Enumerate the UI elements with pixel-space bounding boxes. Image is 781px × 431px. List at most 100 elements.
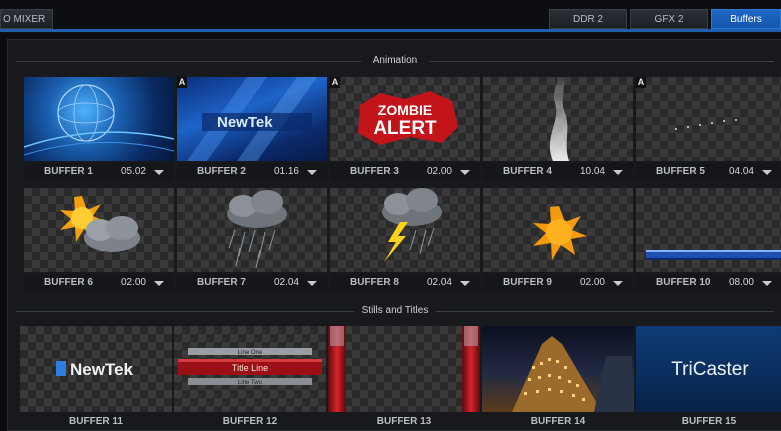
buffer-card-11[interactable]: NewTek BUFFER 11 [20,326,172,430]
zombie-alert-icon: ZOMBIE ALERT [358,91,458,145]
buffer-label-bar: BUFFER 3 02.00 [330,163,480,181]
chevron-down-icon[interactable] [307,170,317,175]
buffer-duration: 02.04 [426,277,452,288]
buffer-name: BUFFER 8 [350,277,399,288]
buffer-thumbnail[interactable] [483,77,633,161]
buffers-panel: Animation BUFFER 1 05.02 A NewTek BUFFER… [7,39,781,431]
buffer-card-2[interactable]: A NewTek BUFFER 2 01.16 [177,77,327,181]
buffer-thumbnail[interactable] [483,188,633,272]
divider [16,61,361,62]
tab-buffers[interactable]: Buffers [711,9,781,29]
tab-video-mixer[interactable]: O MIXER [0,9,53,29]
buffer-thumbnail[interactable]: ZOMBIE ALERT [330,77,480,161]
buffer-card-15[interactable]: TriCaster BUFFER 15 [636,326,781,430]
rain-cloud-icon [227,190,287,269]
buffer-label-bar: BUFFER 6 02.00 [24,274,174,292]
autoplay-badge: A [330,77,340,88]
svg-text:ZOMBIE: ZOMBIE [378,102,432,118]
buffer-thumbnail[interactable] [636,77,781,161]
buffer-card-8[interactable]: BUFFER 8 02.04 [330,188,480,292]
buffer-label-bar: BUFFER 10 08.00 [636,274,781,292]
buffer-card-12[interactable]: Line One Title Line Line Two BUFFER 12 [174,326,326,430]
chevron-down-icon[interactable] [307,281,317,286]
chevron-down-icon[interactable] [613,281,623,286]
sun-icon [533,206,587,260]
buffer-duration: 05.02 [120,166,146,177]
buffer-name: BUFFER 10 [656,277,711,288]
buffer-duration: 02.00 [120,277,146,288]
buffer-name: BUFFER 12 [222,416,278,427]
section-title: Stills and Titles [353,305,437,316]
buffer-name: BUFFER 7 [197,277,246,288]
buffer-thumbnail[interactable]: Line One Title Line Line Two [174,326,326,412]
chevron-down-icon[interactable] [762,170,772,175]
buffer-label-bar: BUFFER 5 04.04 [636,163,781,181]
top-tab-bar: O MIXER DDR 2 GFX 2 Buffers [0,0,781,34]
buffer-name: BUFFER 1 [44,166,93,177]
chevron-down-icon[interactable] [460,170,470,175]
tab-gfx2[interactable]: GFX 2 [630,9,708,29]
buffer-thumbnail[interactable] [328,326,480,412]
lower-third-icon [646,250,781,260]
buffer-card-4[interactable]: BUFFER 4 10.04 [483,77,633,181]
buffer-name: BUFFER 9 [503,277,552,288]
sun-cloud-icon [60,196,140,252]
buffer-thumbnail[interactable] [177,188,327,272]
buffer-thumbnail[interactable] [636,188,781,272]
buffer-thumbnail[interactable] [330,188,480,272]
chevron-down-icon[interactable] [762,281,772,286]
buffer-card-5[interactable]: A BUFFER 5 04.04 [636,77,781,181]
buffer-duration: 02.04 [273,277,299,288]
buffer-thumbnail[interactable]: TriCaster [636,326,781,412]
buffer-duration: 01.16 [273,166,299,177]
buffer-duration: 10.04 [579,166,605,177]
buffer-card-7[interactable]: BUFFER 7 02.04 [177,188,327,292]
buffer-thumbnail[interactable] [482,326,634,412]
buffer-name: BUFFER 15 [681,416,737,427]
buffer-card-14[interactable]: BUFFER 14 [482,326,634,430]
buffer-duration: 02.00 [426,166,452,177]
buffer-thumbnail[interactable] [24,77,174,161]
chevron-down-icon[interactable] [613,170,623,175]
section-header-stills: Stills and Titles [8,302,781,320]
chevron-down-icon[interactable] [154,281,164,286]
buffer-label-bar: BUFFER 7 02.04 [177,274,327,292]
chevron-down-icon[interactable] [154,170,164,175]
buffer-card-10[interactable]: BUFFER 10 08.00 [636,188,781,292]
smoke-icon [549,77,569,161]
tab-ddr2[interactable]: DDR 2 [549,9,627,29]
svg-text:NewTek: NewTek [217,114,273,131]
svg-text:NewTek: NewTek [70,360,134,379]
buffer-thumbnail[interactable]: NewTek [20,326,172,412]
buffer-duration: 04.04 [728,166,754,177]
autoplay-badge: A [636,77,646,88]
globe-icon [24,84,174,156]
buffer-label-bar: BUFFER 8 02.04 [330,274,480,292]
buffer-card-6[interactable]: BUFFER 6 02.00 [24,188,174,292]
buffer-thumbnail[interactable] [24,188,174,272]
buffer-name: BUFFER 2 [197,166,246,177]
buffer-card-13[interactable]: BUFFER 13 [328,326,480,430]
storm-cloud-icon [382,188,442,262]
buffer-thumbnail[interactable]: NewTek [177,77,327,161]
buffer-duration: 02.00 [579,277,605,288]
title-bar-icon: Line One Title Line Line Two [178,348,322,386]
buffer-card-9[interactable]: BUFFER 9 02.00 [483,188,633,292]
buffer-label-bar: BUFFER 9 02.00 [483,274,633,292]
svg-text:Title Line: Title Line [232,363,268,373]
tab-underline [0,29,781,32]
buffer-name: BUFFER 11 [69,416,123,427]
newtek-logo-icon: NewTek [187,77,317,161]
svg-text:Line One: Line One [238,350,263,356]
buffer-name: BUFFER 6 [44,277,93,288]
buffer-card-1[interactable]: BUFFER 1 05.02 [24,77,174,181]
divider [16,311,361,312]
sparkles-icon [675,119,737,130]
newtek-logo-icon: NewTek [56,360,134,379]
svg-text:Line Two: Line Two [238,380,263,386]
svg-text:TriCaster: TriCaster [671,359,749,380]
buffer-name: BUFFER 13 [376,416,432,427]
buffer-card-3[interactable]: A ZOMBIE ALERT BUFFER 3 02.00 [330,77,480,181]
chevron-down-icon[interactable] [460,281,470,286]
buffer-name: BUFFER 4 [503,166,552,177]
